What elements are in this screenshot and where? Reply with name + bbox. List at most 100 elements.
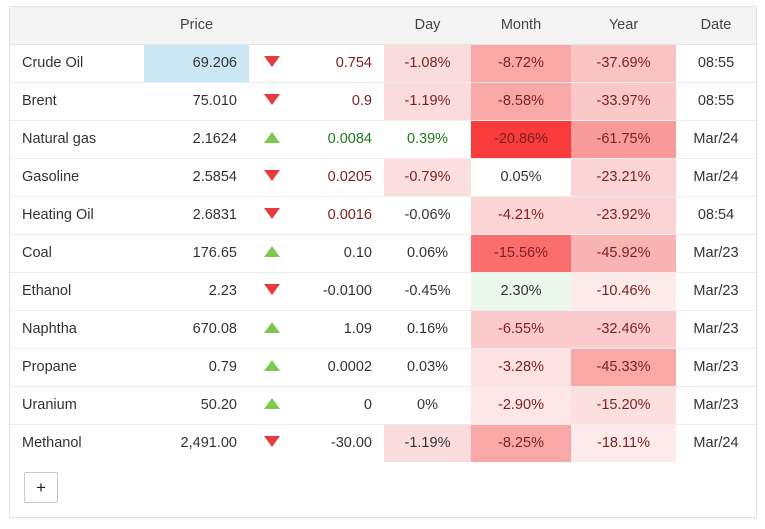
column-header-date[interactable]: Date: [676, 7, 756, 45]
cell-date: Mar/23: [676, 272, 756, 311]
cell-instrument-name[interactable]: Propane: [10, 348, 144, 387]
cell-year-change: -32.46%: [571, 310, 676, 349]
cell-year-change: -45.92%: [571, 234, 676, 273]
cell-price: 69.206: [144, 44, 249, 83]
column-header-change[interactable]: [294, 7, 384, 45]
cell-instrument-name[interactable]: Ethanol: [10, 272, 144, 311]
table-row[interactable]: Brent 75.010 0.9 -1.19% -8.58% -33.97% 08:55: [10, 82, 756, 121]
table-row[interactable]: Coal 176.65 0.10 0.06% -15.56% -45.92% Mar/23: [10, 234, 756, 273]
cell-month-change: 2.30%: [471, 272, 571, 311]
table-row[interactable]: Crude Oil 69.206 0.754 -1.08% -8.72% -37.69% 0…: [10, 44, 756, 83]
cell-price: 2.6831: [144, 196, 249, 235]
cell-date: Mar/23: [676, 348, 756, 387]
cell-date: 08:55: [676, 44, 756, 83]
cell-change-value: 0.0002: [294, 348, 384, 387]
table-row[interactable]: Propane 0.79 0.0002 0.03% -3.28% -45.33% Mar/2…: [10, 348, 756, 387]
cell-price: 0.79: [144, 348, 249, 387]
cell-direction-arrow: [249, 272, 294, 311]
cell-day-change: -0.79%: [384, 158, 471, 197]
cell-instrument-name[interactable]: Gasoline: [10, 158, 144, 197]
column-header-name[interactable]: [10, 7, 144, 45]
cell-year-change: -23.21%: [571, 158, 676, 197]
cell-day-change: 0.06%: [384, 234, 471, 273]
header-row: Price Day Month Year Date: [10, 7, 756, 45]
cell-direction-arrow: [249, 44, 294, 83]
column-header-year[interactable]: Year: [571, 7, 676, 45]
table-body: Crude Oil 69.206 0.754 -1.08% -8.72% -37.69% 0…: [10, 44, 756, 462]
arrow-down-icon: [263, 94, 280, 105]
table-row[interactable]: Uranium 50.20 0 0% -2.90% -15.20% Mar/23: [10, 386, 756, 425]
cell-month-change: -8.72%: [471, 44, 571, 83]
cell-instrument-name[interactable]: Coal: [10, 234, 144, 273]
cell-day-change: 0.03%: [384, 348, 471, 387]
cell-change-value: -30.00: [330, 435, 372, 452]
cell-direction-arrow: [249, 310, 294, 349]
column-header-day[interactable]: Day: [384, 7, 471, 45]
arrow-up-icon: [263, 398, 280, 409]
cell-instrument-name[interactable]: Brent: [10, 82, 144, 121]
cell-month-change: -15.56%: [471, 234, 571, 273]
cell-year-change: -15.20%: [571, 386, 676, 425]
cell-month-change: -3.28%: [471, 348, 571, 387]
table-row[interactable]: Gasoline 2.5854 0.0205 -0.79% 0.05% -23.21% Ma…: [10, 158, 756, 197]
cell-day-change: -0.06%: [384, 196, 471, 235]
add-row-button[interactable]: +: [24, 472, 58, 503]
column-header-price[interactable]: Price: [144, 7, 249, 45]
cell-instrument-name[interactable]: Naphtha: [10, 310, 144, 349]
table-row[interactable]: Ethanol 2.23 -0.0100 -0.45% 2.30% -10.46% Mar/…: [10, 272, 756, 311]
table-row[interactable]: Heating Oil 2.6831 0.0016 -0.06% -4.21% -23.9…: [10, 196, 756, 235]
cell-instrument-name[interactable]: Uranium: [10, 386, 144, 425]
cell-price: 2.1624: [144, 120, 249, 159]
cell-direction-arrow: [249, 158, 294, 197]
cell-year-change: -33.97%: [571, 82, 676, 121]
cell-change-value: 0.754: [294, 44, 384, 83]
table-row[interactable]: Naphtha 670.08 1.09 0.16% -6.55% -32.46% Mar/2…: [10, 310, 756, 349]
cell-day-change: -1.19%: [384, 424, 471, 462]
cell-month-change: -6.55%: [471, 310, 571, 349]
cell-month-change: -8.25%: [471, 424, 571, 462]
cell-year-change: -45.33%: [571, 348, 676, 387]
cell-instrument-name[interactable]: Heating Oil: [10, 196, 144, 235]
cell-date: Mar/24: [676, 158, 756, 197]
cell-instrument-name[interactable]: Crude Oil: [10, 44, 144, 83]
cell-price: 50.20: [144, 386, 249, 425]
cell-change-value: -0.0100: [294, 272, 384, 311]
quotes-panel: Price Day Month Year Date Crude Oil 69.20…: [9, 6, 757, 518]
column-header-arrow[interactable]: [249, 7, 294, 45]
cell-month-change: -8.58%: [471, 82, 571, 121]
cell-price: 2.5854: [144, 158, 249, 197]
commodities-quote-table: Price Day Month Year Date Crude Oil 69.20…: [10, 7, 756, 462]
cell-direction-arrow: [249, 234, 294, 273]
column-header-month[interactable]: Month: [471, 7, 571, 45]
arrow-down-icon: [263, 56, 280, 67]
cell-date: Mar/24: [693, 435, 739, 452]
cell-direction-arrow: [249, 348, 294, 387]
cell-day-change: 0.16%: [384, 310, 471, 349]
table-row[interactable]: Methanol 2,491.00 -30.00 -1.19% -8.25% -18.11…: [10, 424, 756, 462]
cell-instrument-name[interactable]: Natural gas: [10, 120, 144, 159]
table-header: Price Day Month Year Date: [10, 7, 756, 45]
quotes-widget: Price Day Month Year Date Crude Oil 69.20…: [0, 0, 765, 529]
cell-date: Mar/24: [676, 120, 756, 159]
cell-price: 75.010: [144, 82, 249, 121]
cell-month-change: -20.86%: [471, 120, 571, 159]
cell-date: Mar/23: [676, 234, 756, 273]
arrow-up-icon: [263, 132, 280, 143]
cell-date: Mar/23: [676, 386, 756, 425]
cell-change-value: 0.10: [294, 234, 384, 273]
cell-direction-arrow: [249, 196, 294, 235]
arrow-down-icon: [263, 284, 280, 295]
cell-price: 670.08: [144, 310, 249, 349]
arrow-up-icon: [263, 246, 280, 257]
cell-instrument-name[interactable]: Methanol: [10, 424, 144, 462]
cell-year-change: -61.75%: [571, 120, 676, 159]
cell-direction-arrow: [249, 82, 294, 121]
cell-day-change: 0.39%: [384, 120, 471, 159]
cell-year-change: -23.92%: [571, 196, 676, 235]
arrow-up-icon: [263, 322, 280, 333]
table-footer: +: [10, 462, 756, 517]
cell-date: 08:55: [676, 82, 756, 121]
table-row[interactable]: Natural gas 2.1624 0.0084 0.39% -20.86% -61.7…: [10, 120, 756, 159]
cell-year-change: -18.11%: [571, 424, 676, 462]
cell-price: 2.23: [144, 272, 249, 311]
